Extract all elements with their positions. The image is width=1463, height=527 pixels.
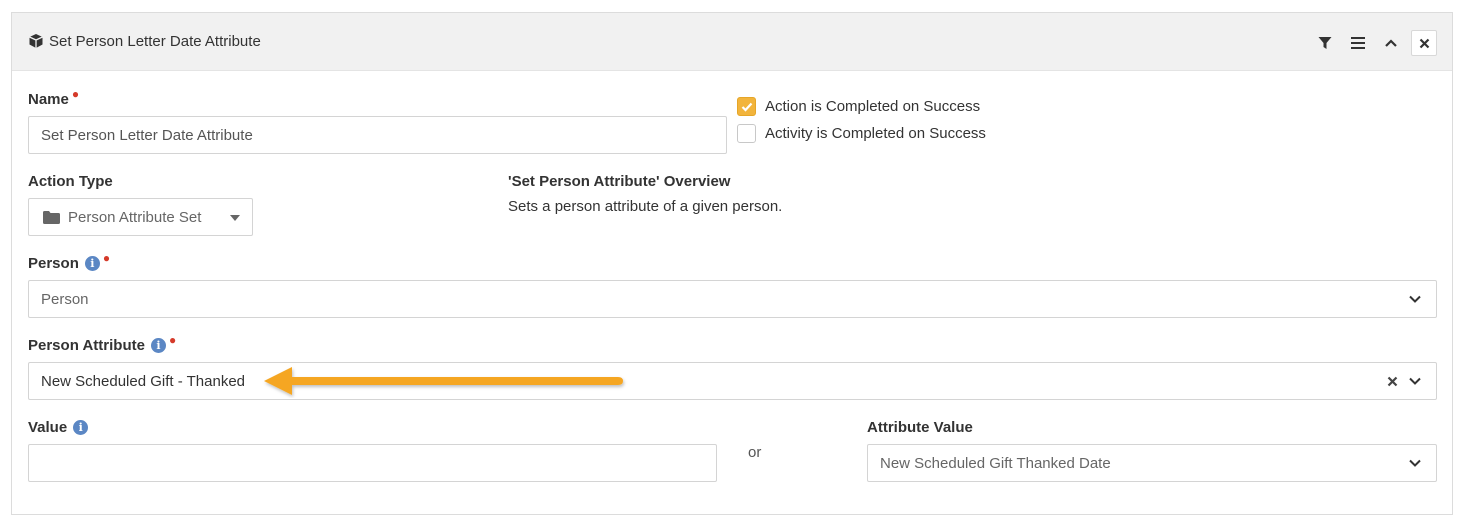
action-type-value: Person Attribute Set — [68, 208, 202, 226]
value-input[interactable] — [28, 444, 717, 482]
person-attribute-value: New Scheduled Gift - Thanked — [41, 372, 246, 390]
chevron-up-icon — [1385, 39, 1397, 47]
person-select[interactable]: Person — [28, 280, 1437, 318]
info-icon[interactable]: i — [84, 256, 100, 271]
activity-completed-label: Activity is Completed on Success — [765, 125, 986, 142]
attribute-value-label: Attribute Value — [867, 419, 973, 436]
action-type-label: Action Type — [28, 173, 113, 190]
annotation-arrow — [264, 367, 623, 395]
close-icon — [1419, 38, 1429, 48]
chevron-down-icon — [1409, 459, 1421, 467]
attribute-value-value: New Scheduled Gift Thanked Date — [880, 454, 1111, 472]
required-marker: ● — [102, 251, 111, 265]
workflow-action-panel: Set Person Letter Date Attribute — [11, 12, 1453, 515]
folder-icon — [43, 210, 60, 224]
action-completed-label: Action is Completed on Success — [765, 98, 981, 115]
attribute-value-select[interactable]: New Scheduled Gift Thanked Date — [867, 444, 1437, 482]
filter-button[interactable] — [1312, 30, 1338, 56]
value-label-text: Value — [28, 419, 68, 436]
name-label-text: Name — [28, 91, 69, 108]
check-icon — [741, 102, 752, 112]
panel-title: Set Person Letter Date Attribute — [49, 33, 261, 50]
chevron-down-icon — [1409, 377, 1421, 385]
action-completed-checkbox[interactable]: Action is Completed on Success — [737, 97, 980, 116]
name-label: Name ● — [28, 87, 79, 108]
overview-title: 'Set Person Attribute' Overview — [508, 173, 731, 190]
info-icon[interactable]: i — [150, 338, 166, 353]
close-button[interactable] — [1411, 30, 1437, 56]
person-attribute-label: Person Attribute i ● — [28, 333, 176, 354]
required-marker: ● — [168, 333, 177, 347]
menu-icon — [1351, 37, 1365, 49]
activity-completed-checkbox[interactable]: Activity is Completed on Success — [737, 124, 986, 143]
overview-description: Sets a person attribute of a given perso… — [508, 198, 783, 215]
filter-icon — [1318, 37, 1332, 49]
info-icon[interactable]: i — [73, 420, 89, 435]
person-select-value: Person — [41, 290, 89, 308]
name-input-value: Set Person Letter Date Attribute — [41, 126, 253, 144]
collapse-button[interactable] — [1378, 30, 1404, 56]
person-attribute-label-text: Person Attribute — [28, 337, 145, 354]
checkbox-checked[interactable] — [737, 97, 756, 116]
clear-icon[interactable] — [1387, 376, 1398, 387]
chevron-down-icon — [1409, 295, 1421, 303]
required-marker: ● — [71, 87, 80, 101]
caret-down-icon — [230, 215, 240, 221]
reorder-button[interactable] — [1345, 30, 1371, 56]
person-attribute-select[interactable]: New Scheduled Gift - Thanked — [28, 362, 1437, 400]
person-label-text: Person — [28, 255, 79, 272]
header-toolbar — [1305, 30, 1437, 56]
value-label: Value i — [28, 419, 89, 436]
cube-icon — [29, 34, 43, 48]
panel-header: Set Person Letter Date Attribute — [12, 13, 1452, 71]
person-label: Person i ● — [28, 251, 110, 272]
or-separator: or — [748, 444, 762, 461]
name-input[interactable]: Set Person Letter Date Attribute — [28, 116, 727, 154]
action-type-picker[interactable]: Person Attribute Set — [28, 198, 253, 236]
checkbox-unchecked[interactable] — [737, 124, 756, 143]
